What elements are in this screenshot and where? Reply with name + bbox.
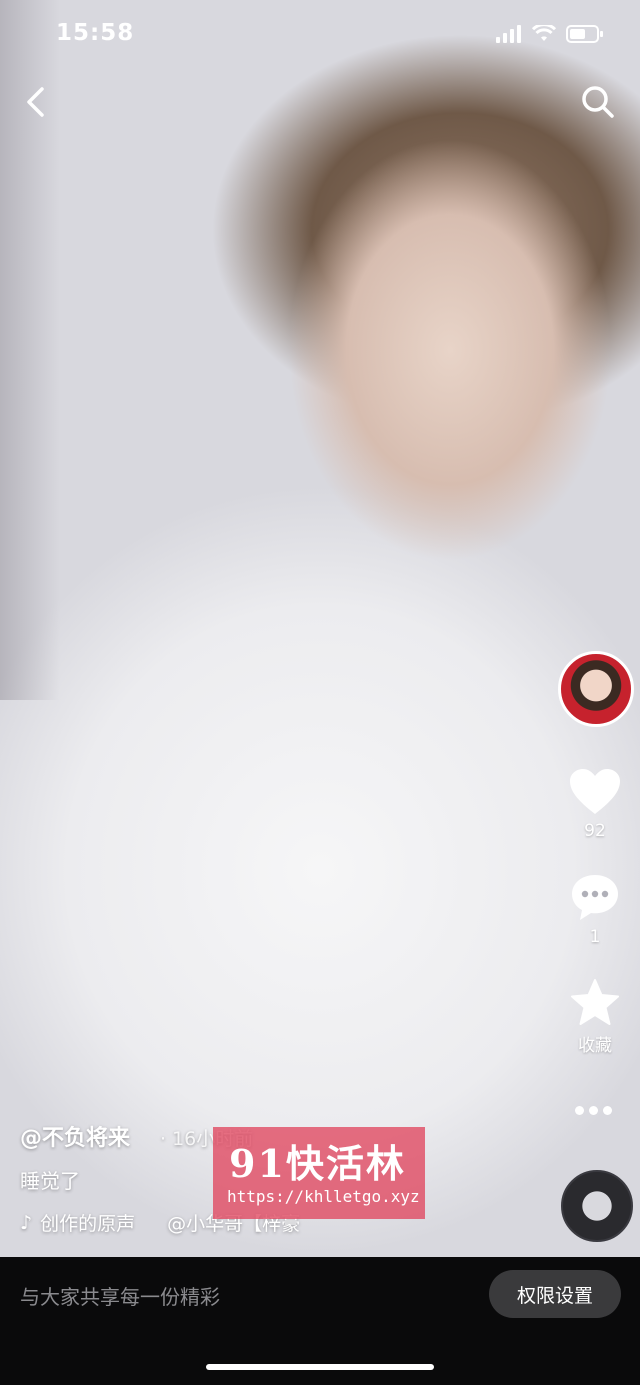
author-avatar[interactable] xyxy=(558,651,634,727)
home-indicator[interactable] xyxy=(206,1364,434,1370)
music-title: 创作的原声 xyxy=(40,1213,136,1235)
like-count: 92 xyxy=(584,821,606,841)
back-button[interactable] xyxy=(16,82,56,122)
favorite-button[interactable]: 收藏 xyxy=(563,978,627,1056)
video-screen: 15:58 92 1 收藏 @不负将来 · 16小时前 睡觉了 ♪ 创作的原声 … xyxy=(0,0,640,1385)
status-icons xyxy=(496,24,604,44)
star-icon xyxy=(571,979,619,1025)
watermark: 91快活林 https://khlletgo.xyz xyxy=(213,1127,425,1219)
video-frame[interactable] xyxy=(0,0,640,1257)
search-button[interactable] xyxy=(578,82,618,122)
post-caption: 睡觉了 xyxy=(20,1169,80,1193)
search-icon xyxy=(582,86,614,118)
battery-icon xyxy=(566,25,603,43)
status-bar: 15:58 xyxy=(0,0,640,70)
share-text: 与大家共享每一份精彩 xyxy=(20,1285,220,1309)
permission-settings-button[interactable]: 权限设置 xyxy=(489,1270,621,1318)
signal-icon xyxy=(496,25,521,43)
wifi-icon xyxy=(532,25,556,41)
comment-count: 1 xyxy=(589,927,601,947)
favorite-label: 收藏 xyxy=(578,1036,612,1056)
bottom-bar: 与大家共享每一份精彩 权限设置 xyxy=(0,1257,640,1385)
like-button[interactable]: 92 xyxy=(563,768,627,841)
status-time: 15:58 xyxy=(56,20,135,46)
comment-icon xyxy=(572,875,618,920)
music-disc[interactable] xyxy=(561,1170,633,1242)
heart-icon xyxy=(570,769,620,814)
watermark-url: https://khlletgo.xyz xyxy=(227,1187,420,1206)
watermark-title: 91快活林 xyxy=(229,1141,406,1186)
chevron-left-icon xyxy=(27,87,44,117)
author-name[interactable]: @不负将来 xyxy=(20,1120,130,1152)
comment-button[interactable]: 1 xyxy=(563,872,627,947)
more-dots-icon[interactable] xyxy=(575,1106,612,1115)
music-note-icon: ♪ xyxy=(20,1211,33,1234)
